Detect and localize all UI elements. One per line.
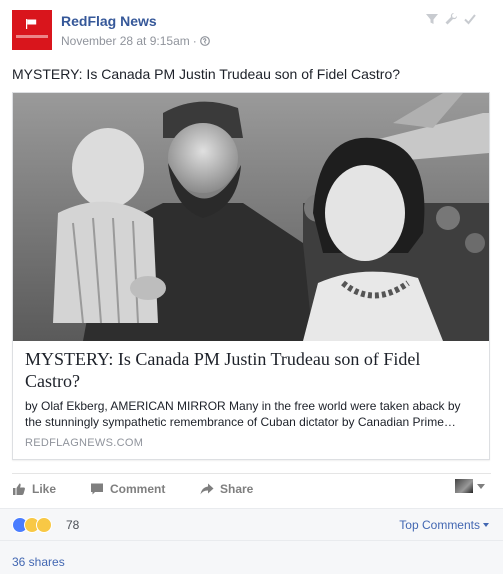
post-message: MYSTERY: Is Canada PM Justin Trudeau son… xyxy=(12,66,401,82)
shares-bar: 36 shares xyxy=(0,540,503,574)
meta-separator: · xyxy=(192,34,197,48)
link-preview-image[interactable] xyxy=(13,93,489,341)
preview-photo xyxy=(13,93,489,341)
checkmark-icon[interactable] xyxy=(463,12,477,26)
action-bar: Like Comment Share xyxy=(12,473,491,505)
filter-icon[interactable] xyxy=(425,12,439,26)
link-title[interactable]: MYSTERY: Is Canada PM Justin Trudeau son… xyxy=(25,348,475,392)
reaction-count[interactable]: 78 xyxy=(66,518,79,532)
like-label: Like xyxy=(32,482,57,496)
wow-reaction-icon xyxy=(36,517,52,533)
flag-icon xyxy=(26,19,37,29)
link-preview-card[interactable]: MYSTERY: Is Canada PM Justin Trudeau son… xyxy=(12,92,490,460)
shares-count-link[interactable]: 36 shares xyxy=(12,555,65,569)
speech-bubble-icon xyxy=(91,483,103,495)
page-name-link[interactable]: RedFlag News xyxy=(61,13,157,29)
post-tools xyxy=(425,12,477,26)
post-header: RedFlag News November 28 at 9:15am · xyxy=(12,10,491,54)
reactions-bar: 78 Top Comments xyxy=(0,508,503,540)
reaction-icons[interactable] xyxy=(12,517,52,533)
top-comments-dropdown[interactable]: Top Comments xyxy=(399,518,489,532)
viewer-avatar xyxy=(455,479,473,493)
wrench-icon[interactable] xyxy=(444,12,458,26)
link-domain: REDFLAGNEWS.COM xyxy=(25,437,144,449)
dropdown-caret-icon xyxy=(483,523,489,527)
top-comments-label: Top Comments xyxy=(399,518,480,532)
thumbs-up-icon xyxy=(13,483,25,495)
link-description-line-1: by Olaf Ekberg, AMERICAN MIRROR Many in … xyxy=(25,399,461,413)
share-label: Share xyxy=(220,482,254,496)
like-button[interactable]: Like xyxy=(12,482,56,496)
link-description: by Olaf Ekberg, AMERICAN MIRROR Many in … xyxy=(25,398,477,430)
share-button[interactable]: Share xyxy=(200,482,253,496)
globe-icon[interactable] xyxy=(199,36,210,46)
post-timestamp[interactable]: November 28 at 9:15am xyxy=(61,34,190,48)
avatar-caption xyxy=(16,35,48,38)
link-preview-body[interactable]: MYSTERY: Is Canada PM Justin Trudeau son… xyxy=(13,341,489,459)
post-as-selector[interactable] xyxy=(455,479,485,493)
comment-label: Comment xyxy=(110,482,166,496)
post-meta: November 28 at 9:15am · xyxy=(61,34,210,48)
share-arrow-icon xyxy=(200,483,214,495)
news-feed-post: RedFlag News November 28 at 9:15am · MYS… xyxy=(0,0,503,574)
comment-button[interactable]: Comment xyxy=(90,482,165,496)
link-description-line-2: the stunningly sympathetic remembrance o… xyxy=(25,415,456,429)
chevron-down-icon xyxy=(477,483,485,489)
page-avatar[interactable] xyxy=(12,10,52,50)
